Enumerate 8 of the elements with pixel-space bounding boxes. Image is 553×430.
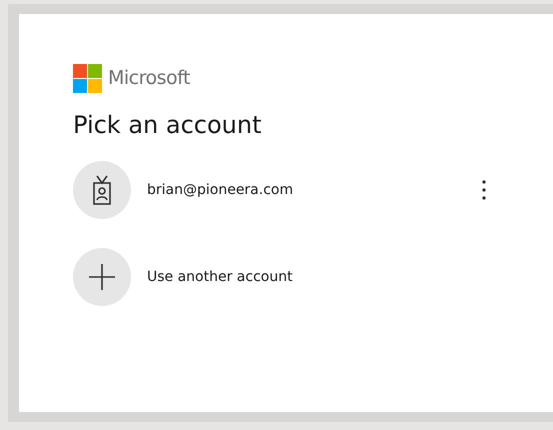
add-account-link[interactable]: Use another account — [147, 266, 503, 288]
plus-icon — [89, 264, 115, 290]
badge-icon — [92, 175, 112, 205]
page-title: Pick an account — [73, 110, 262, 141]
brand-name: Microsoft — [108, 66, 190, 92]
account-option[interactable]: brian@pioneera.com — [147, 180, 482, 200]
more-options-icon[interactable] — [482, 180, 486, 200]
logo-icon — [73, 64, 102, 93]
